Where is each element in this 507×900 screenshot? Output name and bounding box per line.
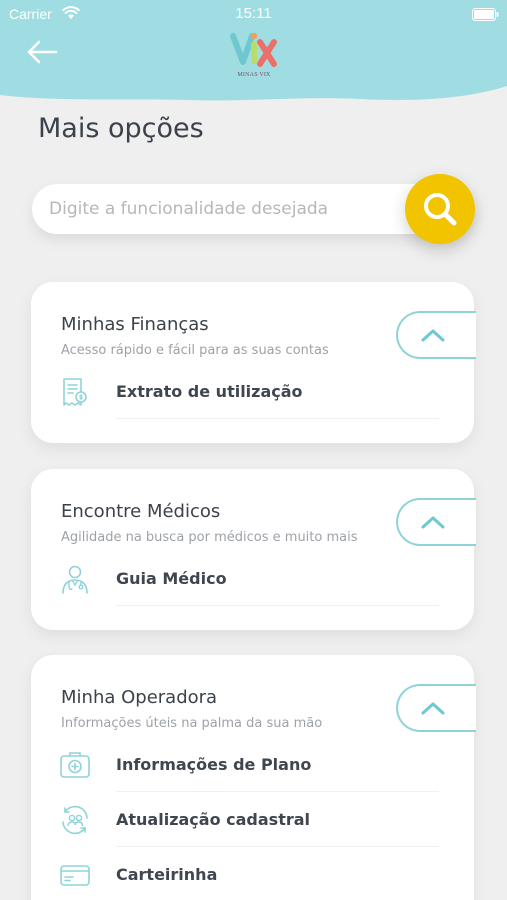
section-subtitle: Agilidade na busca por médicos e muito m… <box>61 530 358 545</box>
option-carteirinha[interactable]: Carteirinha <box>59 848 439 900</box>
search-button[interactable] <box>405 174 475 244</box>
option-label: Atualização cadastral <box>116 810 311 829</box>
option-label: Carteirinha <box>116 865 218 884</box>
option-informacoes-plano[interactable]: Informações de Plano <box>59 738 439 792</box>
divider <box>116 791 439 792</box>
vix-logo-icon <box>230 32 277 67</box>
doctor-icon <box>62 565 88 594</box>
option-label: Guia Médico <box>116 569 227 588</box>
profile-update-icon <box>62 805 88 835</box>
collapse-toggle-financas[interactable] <box>396 311 476 359</box>
option-atualizacao-cadastral[interactable]: Atualização cadastral <box>59 793 439 847</box>
option-guia-medico[interactable]: Guia Médico <box>59 552 439 606</box>
magnifier-icon <box>424 193 457 226</box>
option-extrato-utilizacao[interactable]: Extrato de utilização <box>59 365 439 419</box>
chevron-up-icon <box>421 702 445 715</box>
statement-icon <box>63 378 87 406</box>
section-card-operadora: Minha Operadora Informações úteis na pal… <box>31 655 476 900</box>
divider <box>116 418 439 419</box>
plan-info-icon <box>60 752 90 778</box>
section-subtitle: Acesso rápido e fácil para as suas conta… <box>61 343 329 358</box>
option-label: Extrato de utilização <box>116 382 303 401</box>
chevron-up-icon <box>421 516 445 529</box>
collapse-toggle-operadora[interactable] <box>396 684 476 732</box>
section-card-financas: Minhas Finanças Acesso rápido e fácil pa… <box>31 282 476 443</box>
arrow-left-icon <box>27 40 58 64</box>
app-header: Carrier 15:11 MINAS VIX <box>0 0 507 104</box>
status-bar: Carrier 15:11 <box>0 0 507 28</box>
app-logo: MINAS VIX <box>229 26 279 82</box>
section-title: Minhas Finanças <box>61 314 209 335</box>
section-title: Minha Operadora <box>61 687 218 708</box>
option-label: Informações de Plano <box>116 755 312 774</box>
battery-icon <box>472 8 499 21</box>
section-subtitle: Informações úteis na palma da sua mão <box>61 716 323 731</box>
divider <box>116 846 439 847</box>
collapse-toggle-medicos[interactable] <box>396 498 476 546</box>
divider <box>116 605 439 606</box>
section-title: Encontre Médicos <box>61 501 221 522</box>
page-title: Mais opções <box>38 113 204 144</box>
status-time: 15:11 <box>235 5 272 22</box>
section-card-medicos: Encontre Médicos Agilidade na busca por … <box>31 469 476 630</box>
search-input[interactable] <box>32 184 412 234</box>
chevron-up-icon <box>421 329 445 342</box>
logo-caption: MINAS VIX <box>237 72 271 78</box>
member-card-icon <box>60 865 90 886</box>
back-button[interactable] <box>20 36 64 68</box>
